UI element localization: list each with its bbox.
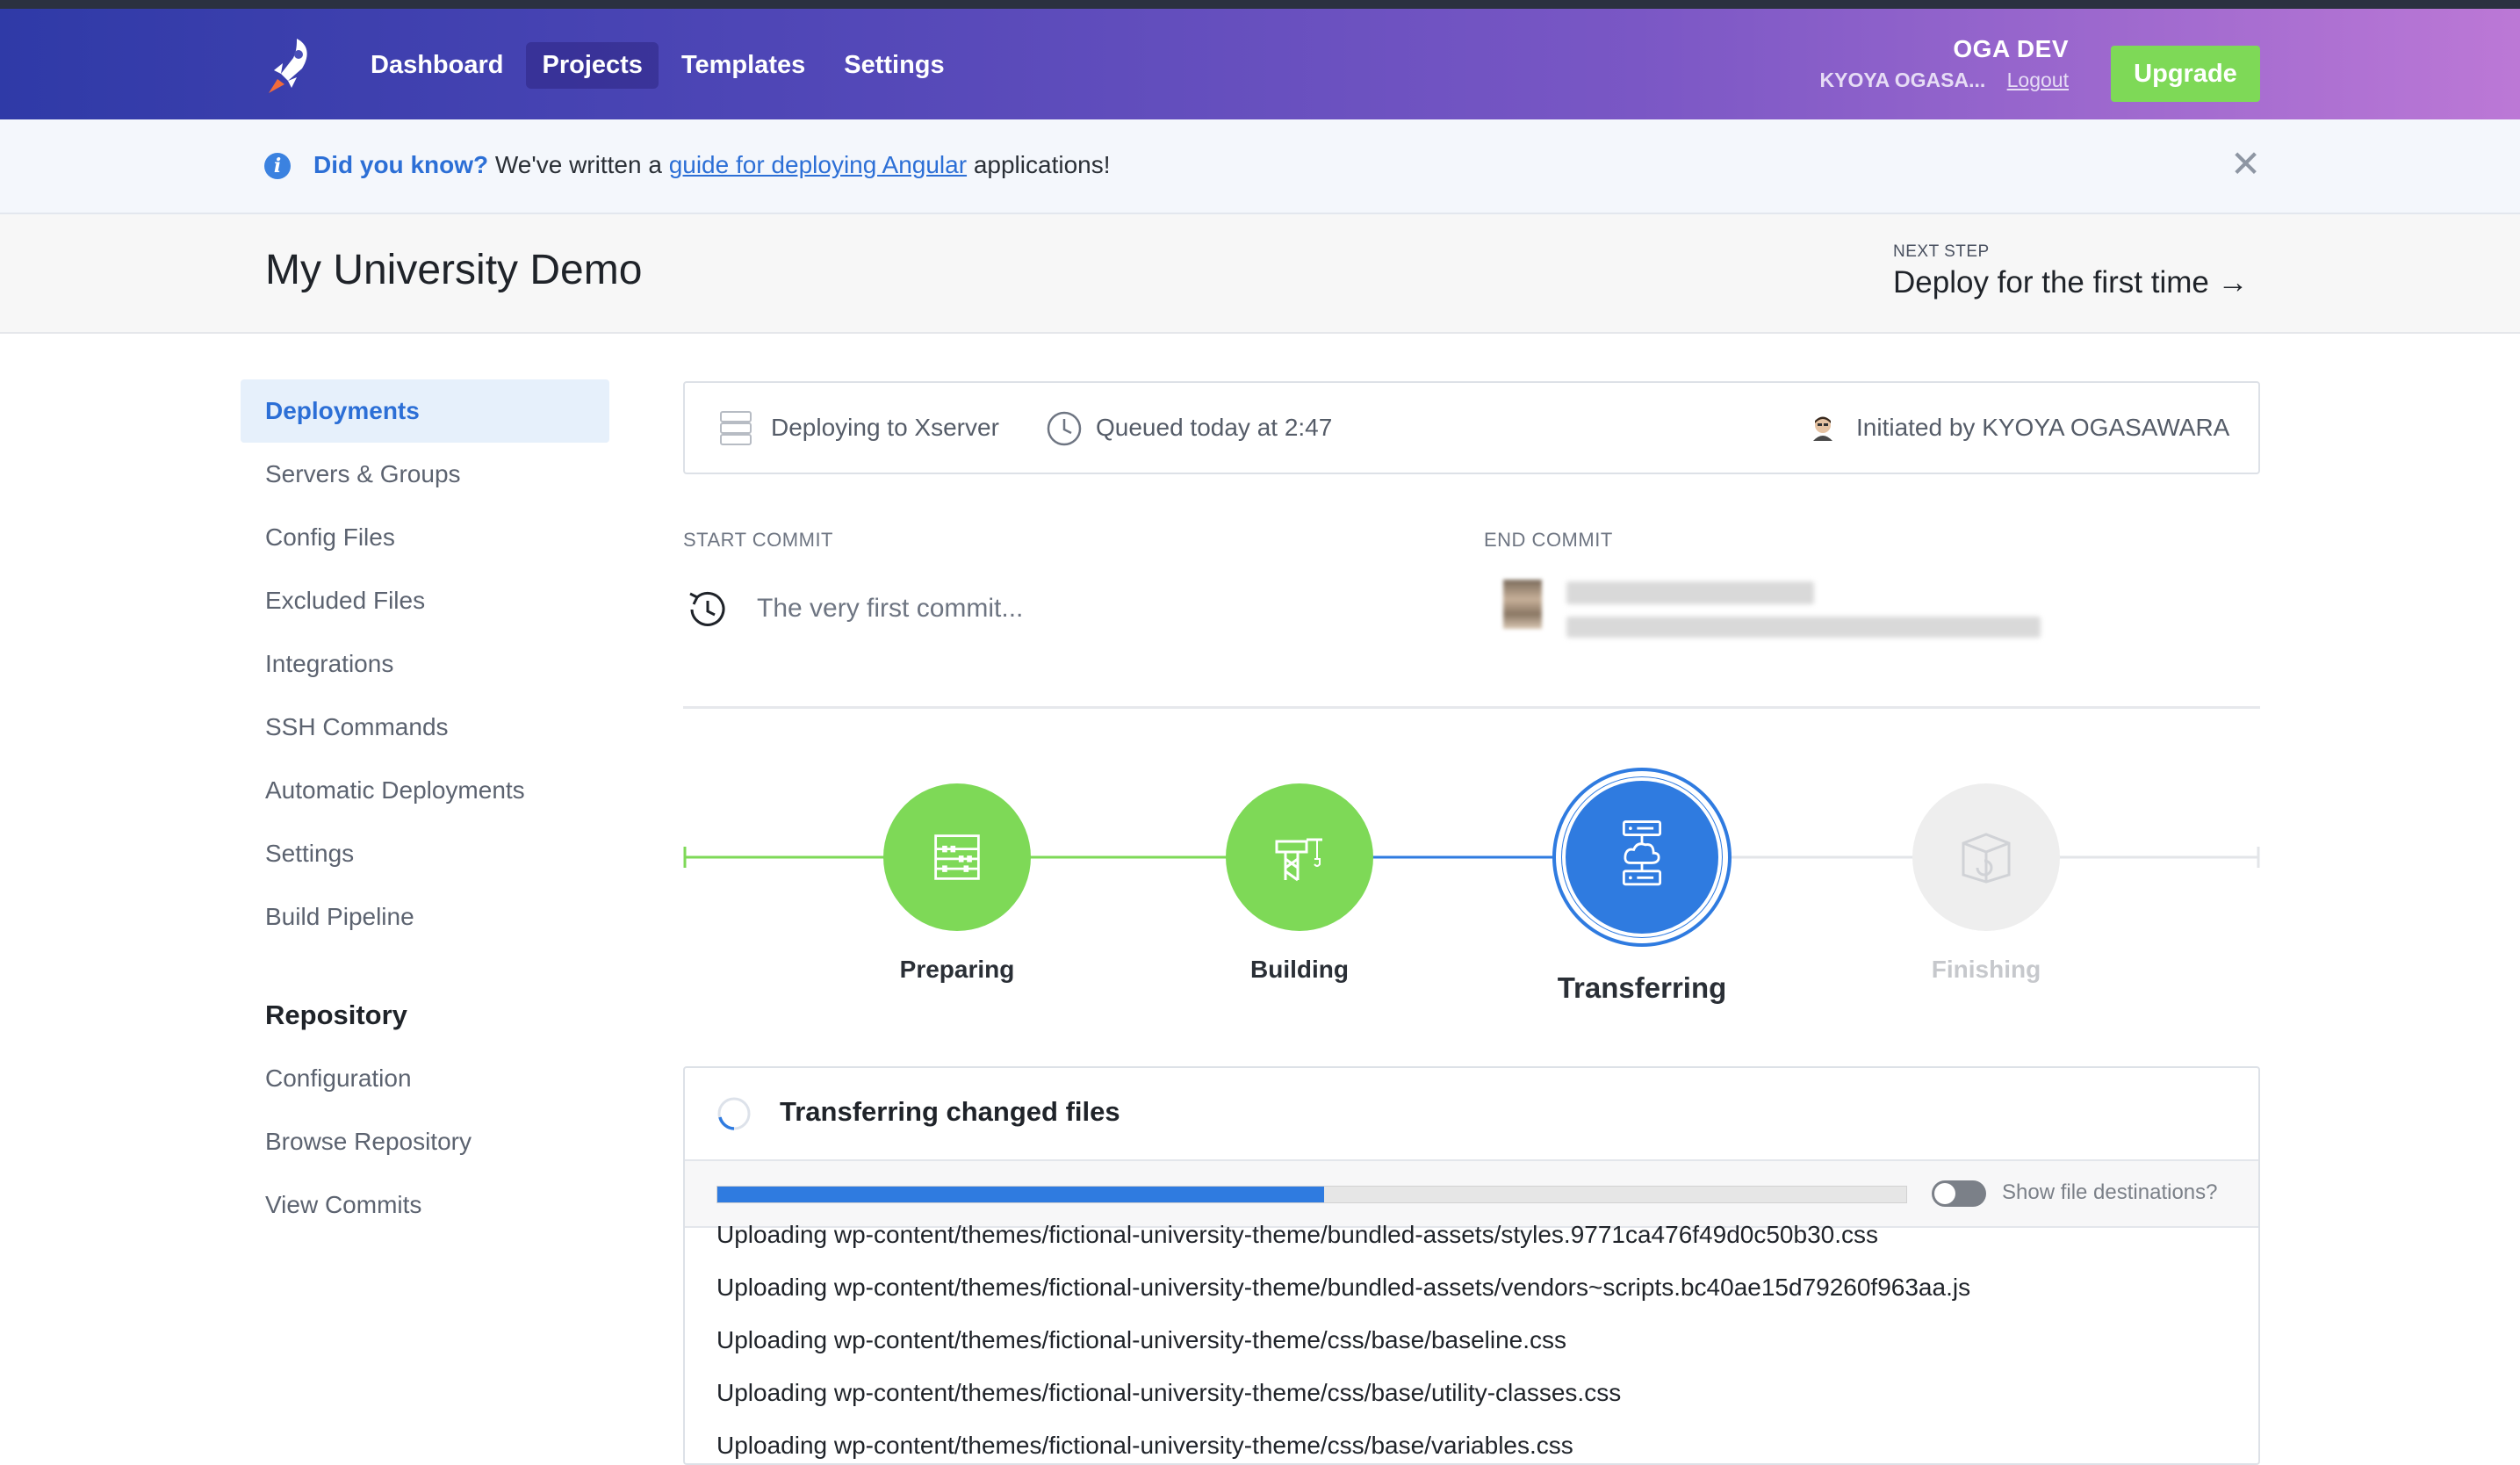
server-cloud-icon <box>1622 820 1662 886</box>
toggle-knob <box>1934 1183 1955 1204</box>
account-info: OGA DEV KYOYA OGASA... Logout <box>1820 35 2069 92</box>
step-building[interactable] <box>1226 783 1373 931</box>
org-name[interactable]: OGA DEV <box>1820 35 2069 63</box>
sidebar-item-config-files[interactable]: Config Files <box>241 506 609 569</box>
main-nav: Dashboard Projects Templates Settings <box>355 42 961 89</box>
close-icon[interactable]: ✕ <box>2230 146 2261 183</box>
end-commit-message-redacted <box>1566 617 2041 638</box>
upgrade-button[interactable]: Upgrade <box>2111 46 2260 102</box>
step-preparing[interactable] <box>883 783 1031 931</box>
info-icon: i <box>264 153 291 179</box>
sidebar-item-configuration[interactable]: Configuration <box>241 1047 609 1110</box>
box-icon <box>1962 833 2011 884</box>
tip-banner: i Did you know? We've written a guide fo… <box>0 119 2520 214</box>
transfer-panel: Transferring changed files Show file des… <box>683 1066 2260 1465</box>
end-commit-label: END COMMIT <box>1484 529 1613 551</box>
transfer-progress-fill <box>717 1187 1324 1202</box>
project-sidebar: Deployments Servers & Groups Config File… <box>241 379 609 1237</box>
nav-settings[interactable]: Settings <box>828 42 960 89</box>
deploy-target: Deploying to Xserver <box>771 414 999 441</box>
sidebar-heading-repository: Repository <box>265 1000 407 1030</box>
sidebar-item-automatic-deployments[interactable]: Automatic Deployments <box>241 759 609 822</box>
tip-post: applications! <box>967 151 1111 178</box>
history-icon <box>689 591 725 626</box>
start-commit-message: The very first commit... <box>757 594 1024 623</box>
clock-icon <box>1047 411 1082 446</box>
transfer-title: Transferring changed files <box>780 1096 1120 1127</box>
next-step-label: NEXT STEP <box>1893 242 1990 261</box>
transfer-log[interactable]: Uploading wp-content/themes/fictional-un… <box>685 1221 2258 1463</box>
sidebar-item-browse-repository[interactable]: Browse Repository <box>241 1110 609 1173</box>
transfer-progress-row: Show file destinations? <box>685 1161 2258 1228</box>
log-line: Uploading wp-content/themes/fictional-un… <box>716 1274 1971 1301</box>
guide-link[interactable]: guide for deploying Angular <box>669 151 967 178</box>
step-label-finishing: Finishing <box>1931 956 2041 983</box>
step-transferring[interactable] <box>1556 771 1728 943</box>
user-name: KYOYA OGASA... <box>1819 69 1986 91</box>
initiated-by: Initiated by KYOYA OGASAWARA <box>1856 414 2230 441</box>
file-destinations-label: Show file destinations? <box>2002 1180 2218 1204</box>
app-header: Dashboard Projects Templates Settings OG… <box>0 9 2520 119</box>
window-top-strip <box>0 0 2520 9</box>
nav-projects[interactable]: Projects <box>526 42 659 89</box>
step-label-building: Building <box>1250 956 1349 983</box>
step-label-transferring: Transferring <box>1557 971 1727 1004</box>
log-line: Uploading wp-content/themes/fictional-un… <box>716 1221 1878 1248</box>
tip-lead: Did you know? <box>313 151 489 178</box>
end-commit-avatar <box>1503 580 1542 629</box>
sidebar-item-settings[interactable]: Settings <box>241 822 609 885</box>
log-line: Uploading wp-content/themes/fictional-un… <box>716 1432 1573 1459</box>
deployment-info-bar: Deploying to Xserver Queued today at 2:4… <box>683 381 2260 474</box>
sidebar-item-ssh-commands[interactable]: SSH Commands <box>241 696 609 759</box>
loading-spinner-icon <box>717 1097 751 1130</box>
sidebar-item-build-pipeline[interactable]: Build Pipeline <box>241 885 609 949</box>
logout-link[interactable]: Logout <box>2007 69 2069 91</box>
transfer-progress-bar <box>716 1186 1907 1203</box>
sidebar-item-servers-groups[interactable]: Servers & Groups <box>241 443 609 506</box>
file-destinations-toggle[interactable] <box>1932 1180 1986 1207</box>
rocket-icon[interactable] <box>262 35 316 97</box>
transfer-panel-header: Transferring changed files <box>685 1068 2258 1161</box>
avatar <box>1813 416 1832 441</box>
project-header: My University Demo NEXT STEP Deploy for … <box>0 214 2520 334</box>
sidebar-item-view-commits[interactable]: View Commits <box>241 1173 609 1237</box>
tip-pre: We've written a <box>488 151 669 178</box>
server-icon <box>720 411 752 445</box>
tip-text: Did you know? We've written a guide for … <box>313 151 1111 179</box>
crane-icon <box>1275 838 1322 882</box>
sidebar-item-deployments[interactable]: Deployments <box>241 379 609 443</box>
sidebar-item-excluded-files[interactable]: Excluded Files <box>241 569 609 632</box>
deployment-pipeline: Preparing Building Transferring Finishin… <box>683 768 2260 1004</box>
next-step-link[interactable]: Deploy for the first time → <box>1893 265 2249 300</box>
page-title: My University Demo <box>265 247 643 293</box>
log-line: Uploading wp-content/themes/fictional-un… <box>716 1326 1567 1353</box>
step-label-preparing: Preparing <box>899 956 1015 983</box>
end-commit-author-redacted <box>1566 581 1814 604</box>
nav-templates[interactable]: Templates <box>666 42 821 89</box>
nav-dashboard[interactable]: Dashboard <box>355 42 519 89</box>
sidebar-item-integrations[interactable]: Integrations <box>241 632 609 696</box>
abacus-icon <box>934 834 980 880</box>
start-commit-label: START COMMIT <box>683 529 833 551</box>
log-line: Uploading wp-content/themes/fictional-un… <box>716 1379 1622 1406</box>
section-divider <box>683 706 2260 709</box>
queued-time: Queued today at 2:47 <box>1096 414 1333 441</box>
step-finishing[interactable] <box>1912 783 2060 931</box>
